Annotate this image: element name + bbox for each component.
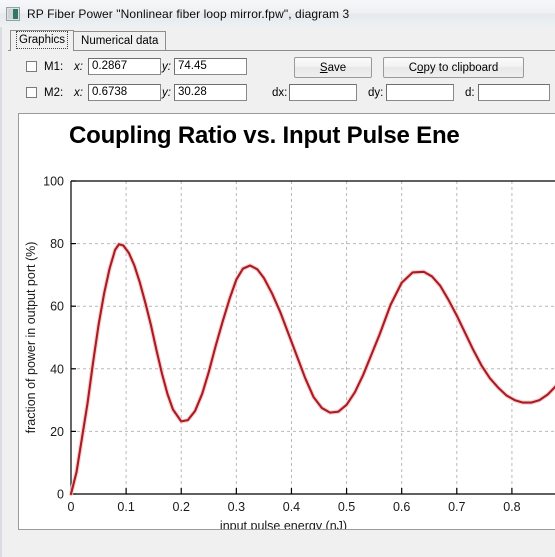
svg-text:input pulse energy (nJ): input pulse energy (nJ) xyxy=(220,519,347,530)
window-title: RP Fiber Power "Nonlinear fiber loop mir… xyxy=(27,6,350,21)
svg-text:20: 20 xyxy=(50,425,64,439)
svg-text:0: 0 xyxy=(68,500,75,514)
m1-label: M1: xyxy=(44,61,64,73)
svg-text:40: 40 xyxy=(50,362,64,376)
svg-text:0.5: 0.5 xyxy=(338,500,355,514)
marker-row-m1: M1: x: 0.2867 y: 74.45 Save Copy to clip… xyxy=(2,57,555,79)
svg-text:0: 0 xyxy=(57,488,64,502)
copy-to-clipboard-label: Copy to clipboard xyxy=(408,61,499,74)
save-button-label: Save xyxy=(319,61,347,74)
m2-label: M2: xyxy=(44,87,64,99)
m1-x-input[interactable]: 0.2867 xyxy=(88,58,161,75)
m1-y-input[interactable]: 74.45 xyxy=(174,58,247,75)
tab-graphics[interactable]: Graphics xyxy=(10,30,75,51)
tab-numerical-data[interactable]: Numerical data xyxy=(73,31,167,51)
d-label: d: xyxy=(465,87,475,99)
app-window: RP Fiber Power "Nonlinear fiber loop mir… xyxy=(0,0,555,557)
svg-text:100: 100 xyxy=(43,175,64,189)
marker-row-m2: M2: x: 0.6738 y: 30.28 dx: dy: d: xyxy=(2,83,555,105)
dy-input[interactable] xyxy=(386,84,454,101)
svg-text:0.4: 0.4 xyxy=(283,500,300,514)
m2-checkbox[interactable] xyxy=(26,87,37,98)
svg-text:0.2: 0.2 xyxy=(173,500,190,514)
svg-text:0.8: 0.8 xyxy=(503,500,520,514)
svg-text:0.7: 0.7 xyxy=(448,500,465,514)
svg-text:0.3: 0.3 xyxy=(228,500,245,514)
svg-text:0.1: 0.1 xyxy=(117,500,134,514)
m1-x-label: x: xyxy=(74,61,83,73)
dx-label: dx: xyxy=(272,87,288,99)
app-icon xyxy=(6,6,20,21)
svg-text:60: 60 xyxy=(50,300,64,314)
m1-checkbox[interactable] xyxy=(26,61,37,72)
save-button[interactable]: Save xyxy=(294,57,372,78)
m1-y-label: y: xyxy=(162,61,171,73)
copy-to-clipboard-button[interactable]: Copy to clipboard xyxy=(383,57,524,78)
m2-x-input[interactable]: 0.6738 xyxy=(88,84,161,101)
tab-numerical-data-label: Numerical data xyxy=(81,35,159,47)
title-bar: RP Fiber Power "Nonlinear fiber loop mir… xyxy=(0,0,555,27)
m2-y-label: y: xyxy=(162,87,171,99)
svg-text:0.6: 0.6 xyxy=(393,500,410,514)
svg-text:fraction of power in output po: fraction of power in output port (%) xyxy=(24,242,38,434)
chart-svg: 0 20 40 60 80 100 0 0.1 0.2 0.3 0.4 0.5 0.6 0.7 0.8 inp… xyxy=(24,175,555,530)
m2-x-label: x: xyxy=(74,87,83,99)
d-input[interactable] xyxy=(478,84,550,101)
dx-input[interactable] xyxy=(289,84,357,101)
tab-graphics-label: Graphics xyxy=(15,31,69,49)
graphics-plot-panel[interactable]: Coupling Ratio vs. Input Pulse Ene 0 20 40… xyxy=(18,113,555,530)
svg-text:80: 80 xyxy=(50,237,64,251)
tab-strip: Graphics Numerical data xyxy=(10,30,167,51)
m2-y-input[interactable]: 30.28 xyxy=(174,84,247,101)
marker-controls: M1: x: 0.2867 y: 74.45 Save Copy to clip… xyxy=(2,54,555,112)
dy-label: dy: xyxy=(368,87,384,99)
